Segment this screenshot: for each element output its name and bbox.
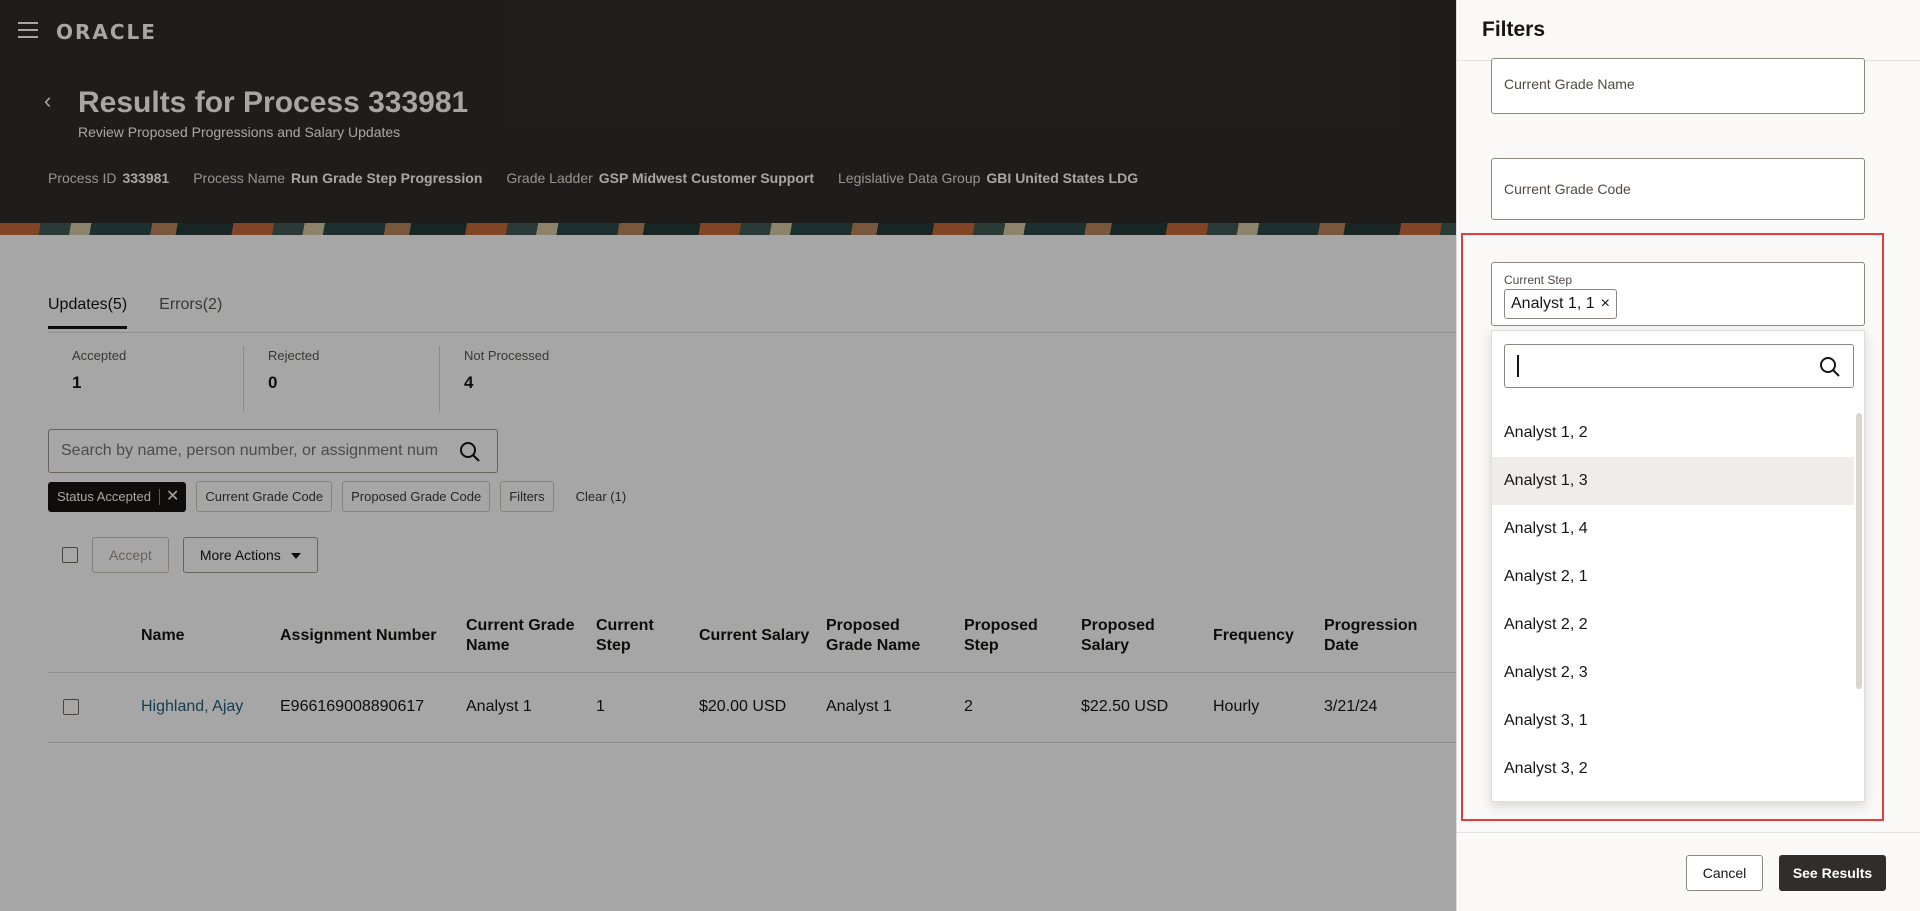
main-page: ORACLE ‹ Results for Process 333981 Revi… bbox=[0, 0, 1456, 911]
modal-backdrop[interactable] bbox=[0, 0, 1456, 911]
current-grade-code-field[interactable]: Current Grade Code bbox=[1491, 158, 1865, 220]
annotation-highlight-box bbox=[1461, 233, 1884, 821]
current-grade-name-field[interactable]: Current Grade Name bbox=[1491, 58, 1865, 114]
footer-divider bbox=[1457, 832, 1920, 833]
drawer-title: Filters bbox=[1482, 18, 1546, 41]
see-results-button[interactable]: See Results bbox=[1779, 855, 1886, 891]
cancel-button[interactable]: Cancel bbox=[1686, 855, 1763, 891]
